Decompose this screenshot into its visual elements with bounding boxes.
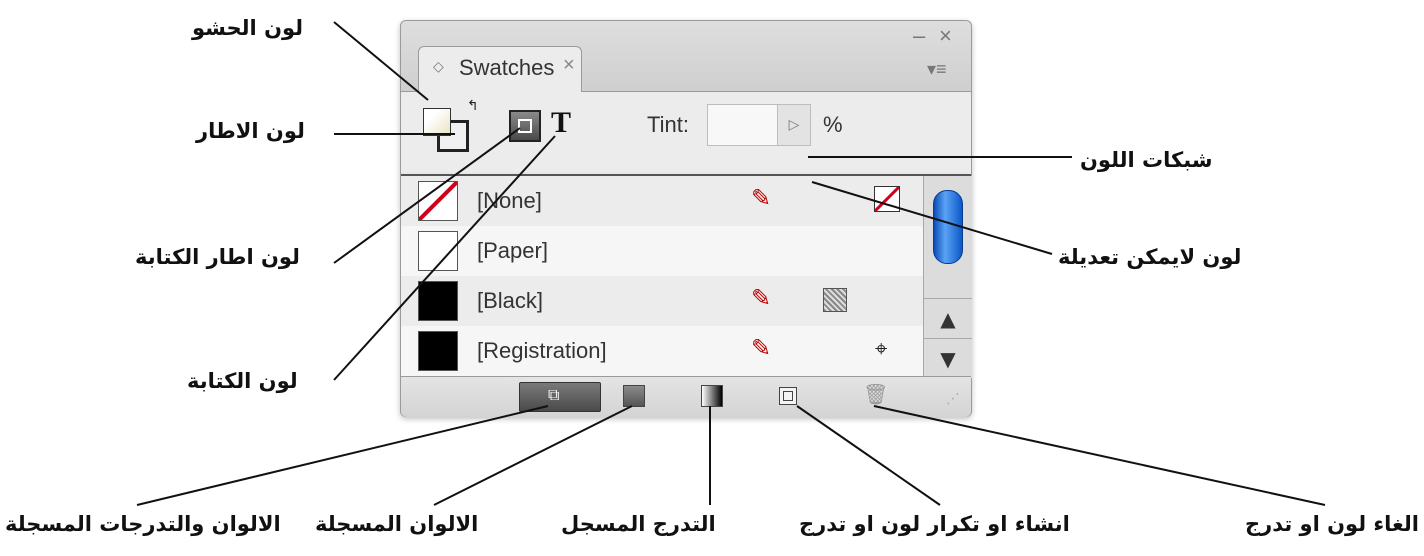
container-icon xyxy=(518,119,532,133)
new-swatch-icon xyxy=(783,391,793,401)
show-all-swatches-button[interactable]: ⧉ xyxy=(519,382,601,412)
swatch-black xyxy=(418,281,458,321)
minimize-icon[interactable]: – xyxy=(913,23,925,49)
scroll-thumb[interactable] xyxy=(933,190,963,264)
swatches-panel: ◇ Swatches × – × ▾≡ ↰ T Tint: ▷ % [None]… xyxy=(400,20,972,417)
tint-label: Tint: xyxy=(647,112,689,137)
non-editable-icon: ✎ xyxy=(751,185,772,212)
tab-updown-icon[interactable]: ◇ xyxy=(433,58,444,75)
swatch-name: [Black] xyxy=(477,288,544,313)
callout-all-registered-line xyxy=(136,405,549,506)
swatch-none xyxy=(418,181,458,221)
tint-slider-button[interactable]: ▷ xyxy=(777,104,811,146)
new-swatch-button[interactable] xyxy=(779,387,797,405)
fill-box[interactable] xyxy=(423,108,451,136)
label-tint: شبكات اللون xyxy=(1080,148,1213,172)
tint-input[interactable] xyxy=(707,104,779,146)
swatch-registration xyxy=(418,331,458,371)
tab-swatches[interactable]: ◇ Swatches × xyxy=(418,46,582,92)
label-registered-colors: الالوان المسجلة xyxy=(315,512,479,536)
swatch-list: [None] ✎ [Paper] [Black] ✎ [Registration… xyxy=(401,174,972,378)
swatch-name: [Paper] xyxy=(477,238,548,263)
tab-title: Swatches xyxy=(459,55,555,80)
label-text: لون الكتابة xyxy=(187,369,298,393)
close-icon[interactable]: × xyxy=(939,23,952,49)
show-gradient-swatches-button[interactable] xyxy=(701,385,723,407)
label-delete-swatch: الغاء لون او تدرج xyxy=(1245,512,1419,536)
text-toggle[interactable]: T xyxy=(551,106,571,140)
delete-swatch-icon[interactable]: 🗑 xyxy=(863,382,888,406)
none-slash-icon xyxy=(419,182,457,220)
list-item[interactable]: [None] ✎ xyxy=(401,176,923,227)
tab-close-icon[interactable]: × xyxy=(563,54,575,77)
show-color-swatches-button[interactable] xyxy=(623,385,645,407)
label-registered-gradient: التدرج المسجل xyxy=(561,512,716,536)
scroll-down-button[interactable]: ▼ xyxy=(924,338,972,379)
resize-grip-icon[interactable]: ⋰ xyxy=(946,391,960,407)
swatch-toolbar: ↰ T Tint: ▷ % xyxy=(401,92,971,172)
scrollbar[interactable]: ▲ ▼ xyxy=(923,176,972,378)
label-stroke: لون الاطار xyxy=(196,119,305,143)
fill-stroke-proxy[interactable]: ↰ xyxy=(419,98,479,154)
list-item[interactable]: [Registration] ✎ ⌖ xyxy=(401,326,923,377)
swap-icon[interactable]: ↰ xyxy=(467,98,479,114)
tint-unit: % xyxy=(823,112,843,137)
swatch-name: [Registration] xyxy=(477,338,607,363)
label-not-editable: لون لايمكن تعديلة xyxy=(1058,245,1242,269)
non-editable-icon: ✎ xyxy=(751,285,772,312)
callout-delete-swatch-line xyxy=(873,405,1326,506)
label-fill: لون الحشو xyxy=(192,16,304,40)
list-item[interactable]: [Paper] xyxy=(401,226,923,277)
swatch-paper xyxy=(418,231,458,271)
process-color-icon xyxy=(823,288,847,312)
callout-new-swatch-line xyxy=(796,405,941,506)
show-all-icon: ⧉ xyxy=(548,385,560,404)
registration-target-icon: ⌖ xyxy=(875,336,888,361)
scroll-up-button[interactable]: ▲ xyxy=(924,298,972,339)
list-item[interactable]: [Black] ✎ xyxy=(401,276,923,327)
panel-menu-icon[interactable]: ▾≡ xyxy=(927,59,947,80)
panel-footer: ⧉ 🗑 ⋰ xyxy=(401,376,971,417)
label-new-swatch: انشاء او تكرار لون او تدرج xyxy=(799,512,1070,536)
non-editable-icon: ✎ xyxy=(751,335,772,362)
callout-registered-colors-line xyxy=(433,405,633,506)
swatch-name: [None] xyxy=(477,188,542,213)
label-text-stroke: لون اطار الكتابة xyxy=(135,245,300,269)
swatch-type-none-icon xyxy=(874,186,900,212)
panel-titlebar[interactable]: ◇ Swatches × – × ▾≡ xyxy=(401,21,971,92)
label-all-registered: الالوان والتدرجات المسجلة xyxy=(5,512,281,536)
container-toggle[interactable] xyxy=(509,110,541,142)
